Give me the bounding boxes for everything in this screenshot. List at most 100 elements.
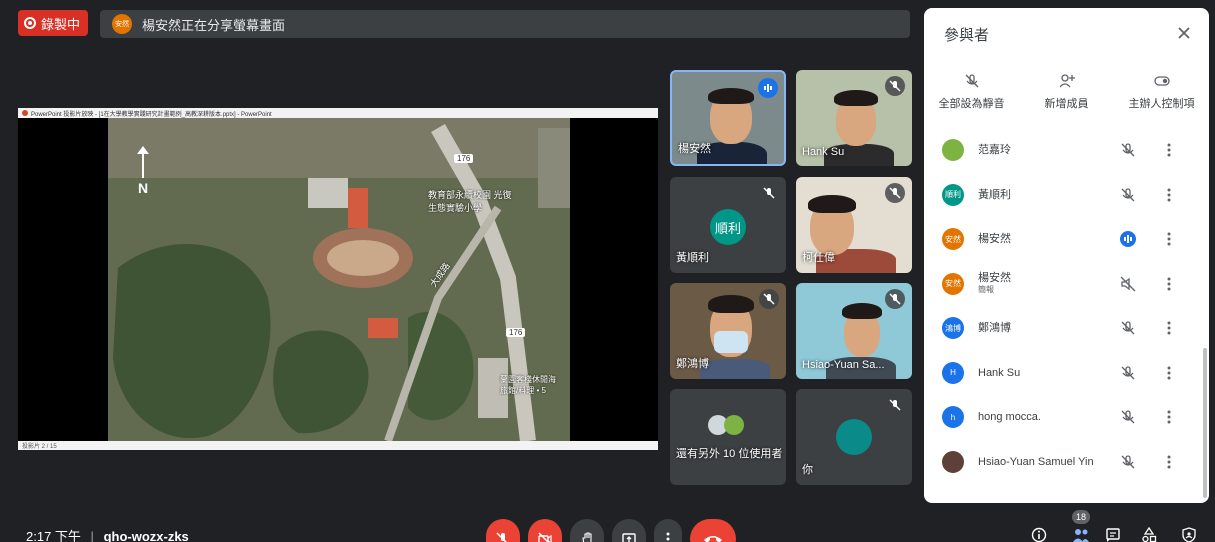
participant-name: 黃順利 bbox=[978, 188, 1011, 201]
add-person-button[interactable]: 新增成員 bbox=[1022, 73, 1112, 111]
camera-button[interactable] bbox=[528, 519, 562, 542]
ppt-window-titlebar: PowerPoint 投影片放映 - [1在大學教學實踐研究計畫範例_高教深耕版… bbox=[18, 108, 658, 118]
participant-name-block: 楊安然 bbox=[978, 233, 1011, 245]
host-controls-bottom-button[interactable] bbox=[1178, 524, 1200, 542]
satellite-map-image: N 176 176 教育部永續校園 光復 生態實驗小學 大成路 蘭園客棧休閒海 … bbox=[108, 118, 570, 441]
participant-row[interactable]: 安然 楊安然 簡報 bbox=[924, 262, 1209, 307]
muted-mic-icon[interactable] bbox=[1118, 185, 1138, 205]
more-vert-icon[interactable] bbox=[1164, 407, 1174, 427]
speaking-indicator-icon[interactable] bbox=[1118, 229, 1138, 249]
powerpoint-icon bbox=[22, 110, 28, 116]
mute-all-button[interactable]: 全部設為靜音 bbox=[927, 73, 1017, 111]
more-vert-icon[interactable] bbox=[1164, 363, 1174, 383]
present-screen-button[interactable] bbox=[612, 519, 646, 542]
camera-off-icon bbox=[538, 532, 552, 542]
road-number-badge: 176 bbox=[454, 154, 474, 163]
meeting-details-button[interactable] bbox=[1028, 524, 1050, 542]
hand-icon bbox=[582, 532, 592, 542]
road-number-badge: 176 bbox=[506, 328, 526, 337]
tile-name: 黃順利 bbox=[676, 252, 709, 264]
participant-name-block: 黃順利 bbox=[978, 189, 1011, 201]
muted-mic-icon[interactable] bbox=[1118, 363, 1138, 383]
more-vert-icon[interactable] bbox=[1164, 229, 1174, 249]
participant-row[interactable]: 范嘉玲 bbox=[924, 128, 1209, 173]
muted-mic-icon bbox=[885, 395, 905, 415]
video-tile[interactable]: Hsiao-Yuan Sa... bbox=[796, 283, 912, 379]
participant-row[interactable]: 安然 楊安然 bbox=[924, 217, 1209, 262]
raise-hand-button[interactable] bbox=[570, 519, 604, 542]
present-icon bbox=[622, 533, 636, 542]
more-vert-icon[interactable] bbox=[1164, 452, 1174, 472]
participant-avatar: H bbox=[942, 361, 964, 384]
participant-avatar: 安然 bbox=[942, 272, 964, 295]
participant-avatar: 安然 bbox=[942, 228, 964, 251]
mic-off-icon bbox=[496, 532, 508, 542]
shared-presentation: PowerPoint 投影片放映 - [1在大學教學實踐研究計畫範例_高教深耕版… bbox=[18, 108, 658, 450]
slide-counter: 投影片 2 / 15 bbox=[22, 444, 57, 450]
add-person-icon bbox=[1059, 74, 1075, 88]
participant-name: 楊安然 bbox=[978, 271, 1011, 284]
muted-mic-icon[interactable] bbox=[1118, 407, 1138, 427]
panel-actions: 全部設為靜音 新增成員 主辦人控制項 bbox=[924, 73, 1209, 111]
more-vert-icon[interactable] bbox=[1164, 185, 1174, 205]
participant-avatar bbox=[942, 139, 964, 162]
participant-row[interactable]: h hong mocca. bbox=[924, 395, 1209, 440]
participant-list: 范嘉玲 順利 黃順利 安然 楊安然 安然 楊安然 簡報 鴻博 鄭鴻博 H Hank Su h hong m… bbox=[924, 128, 1209, 484]
more-vert-icon[interactable] bbox=[1164, 140, 1174, 160]
participant-name: 鄭鴻博 bbox=[978, 322, 1011, 335]
participant-avatar: 鴻博 bbox=[942, 317, 964, 340]
participant-row[interactable]: 鴻博 鄭鴻博 bbox=[924, 306, 1209, 351]
people-count-badge: 18 bbox=[1072, 510, 1090, 524]
meeting-info[interactable]: 2:17 下午 | qho-wozx-zks bbox=[26, 526, 189, 542]
video-tile[interactable]: 楊安然 bbox=[670, 70, 786, 166]
recording-label: 錄製中 bbox=[41, 16, 81, 32]
participant-avatar bbox=[942, 450, 964, 473]
participant-name-block: hong mocca. bbox=[978, 411, 1041, 423]
panel-title: 參與者 bbox=[944, 27, 990, 44]
more-participants-tile[interactable]: 還有另外 10 位使用者 bbox=[670, 389, 786, 485]
school-map-label: 教育部永續校園 光復 生態實驗小學 bbox=[428, 190, 512, 213]
participant-row[interactable]: 順利 黃順利 bbox=[924, 173, 1209, 218]
video-tile[interactable]: 柯仕偉 bbox=[796, 177, 912, 273]
muted-mic-icon[interactable] bbox=[1118, 452, 1138, 472]
participants-panel: 參與者 全部設為靜音 新增成員 主辦人控制項 范嘉玲 順利 黃順利 安然 楊安然 安然 楊安… bbox=[924, 8, 1209, 503]
tile-name: 楊安然 bbox=[678, 143, 711, 155]
north-label: N bbox=[138, 180, 149, 196]
mute-all-label: 全部設為靜音 bbox=[938, 98, 1005, 110]
participant-avatar: 順利 bbox=[942, 183, 964, 206]
self-video-tile[interactable]: 你 bbox=[796, 389, 912, 485]
people-button[interactable] bbox=[1070, 524, 1092, 542]
people-icon bbox=[1073, 529, 1089, 542]
more-vert-icon[interactable] bbox=[1164, 274, 1174, 294]
close-icon[interactable] bbox=[1173, 22, 1195, 44]
more-vert-icon[interactable] bbox=[1164, 318, 1174, 338]
screen-share-banner: 安然 楊安然正在分享螢幕畫面 bbox=[100, 10, 910, 38]
add-person-label: 新增成員 bbox=[1044, 98, 1089, 110]
activities-button[interactable] bbox=[1138, 524, 1160, 542]
leave-call-button[interactable] bbox=[690, 519, 736, 542]
presenting-audio-icon[interactable] bbox=[1118, 274, 1138, 294]
video-tile[interactable]: Hank Su bbox=[796, 70, 912, 166]
participant-row[interactable]: Hsiao-Yuan Samuel Yin bbox=[924, 440, 1209, 485]
park-map-label: 蘭園客棧休閒海 旅館/料理 • 5 bbox=[500, 375, 556, 395]
microphone-button[interactable] bbox=[486, 519, 520, 542]
chat-button[interactable] bbox=[1102, 524, 1124, 542]
chat-icon bbox=[1106, 528, 1120, 542]
host-controls-button[interactable]: 主辦人控制項 bbox=[1117, 73, 1207, 111]
participant-name: hong mocca. bbox=[978, 411, 1041, 424]
face-mask bbox=[714, 331, 748, 353]
more-vert-icon bbox=[666, 532, 670, 541]
muted-mic-icon[interactable] bbox=[1118, 140, 1138, 160]
recording-badge[interactable]: 錄製中 bbox=[18, 10, 88, 36]
video-tile[interactable]: 鄭鴻博 bbox=[670, 283, 786, 379]
self-avatar bbox=[836, 419, 872, 455]
participant-list-scrollbar[interactable] bbox=[1203, 348, 1207, 498]
participant-name: 范嘉玲 bbox=[978, 144, 1011, 157]
video-tile[interactable]: 順利 黃順利 bbox=[670, 177, 786, 273]
participant-row[interactable]: H Hank Su bbox=[924, 351, 1209, 396]
more-options-button[interactable] bbox=[654, 519, 682, 542]
muted-mic-icon[interactable] bbox=[1118, 318, 1138, 338]
meeting-code: qho-wozx-zks bbox=[103, 529, 189, 542]
participant-name-block: Hank Su bbox=[978, 367, 1020, 379]
record-icon bbox=[24, 17, 36, 29]
